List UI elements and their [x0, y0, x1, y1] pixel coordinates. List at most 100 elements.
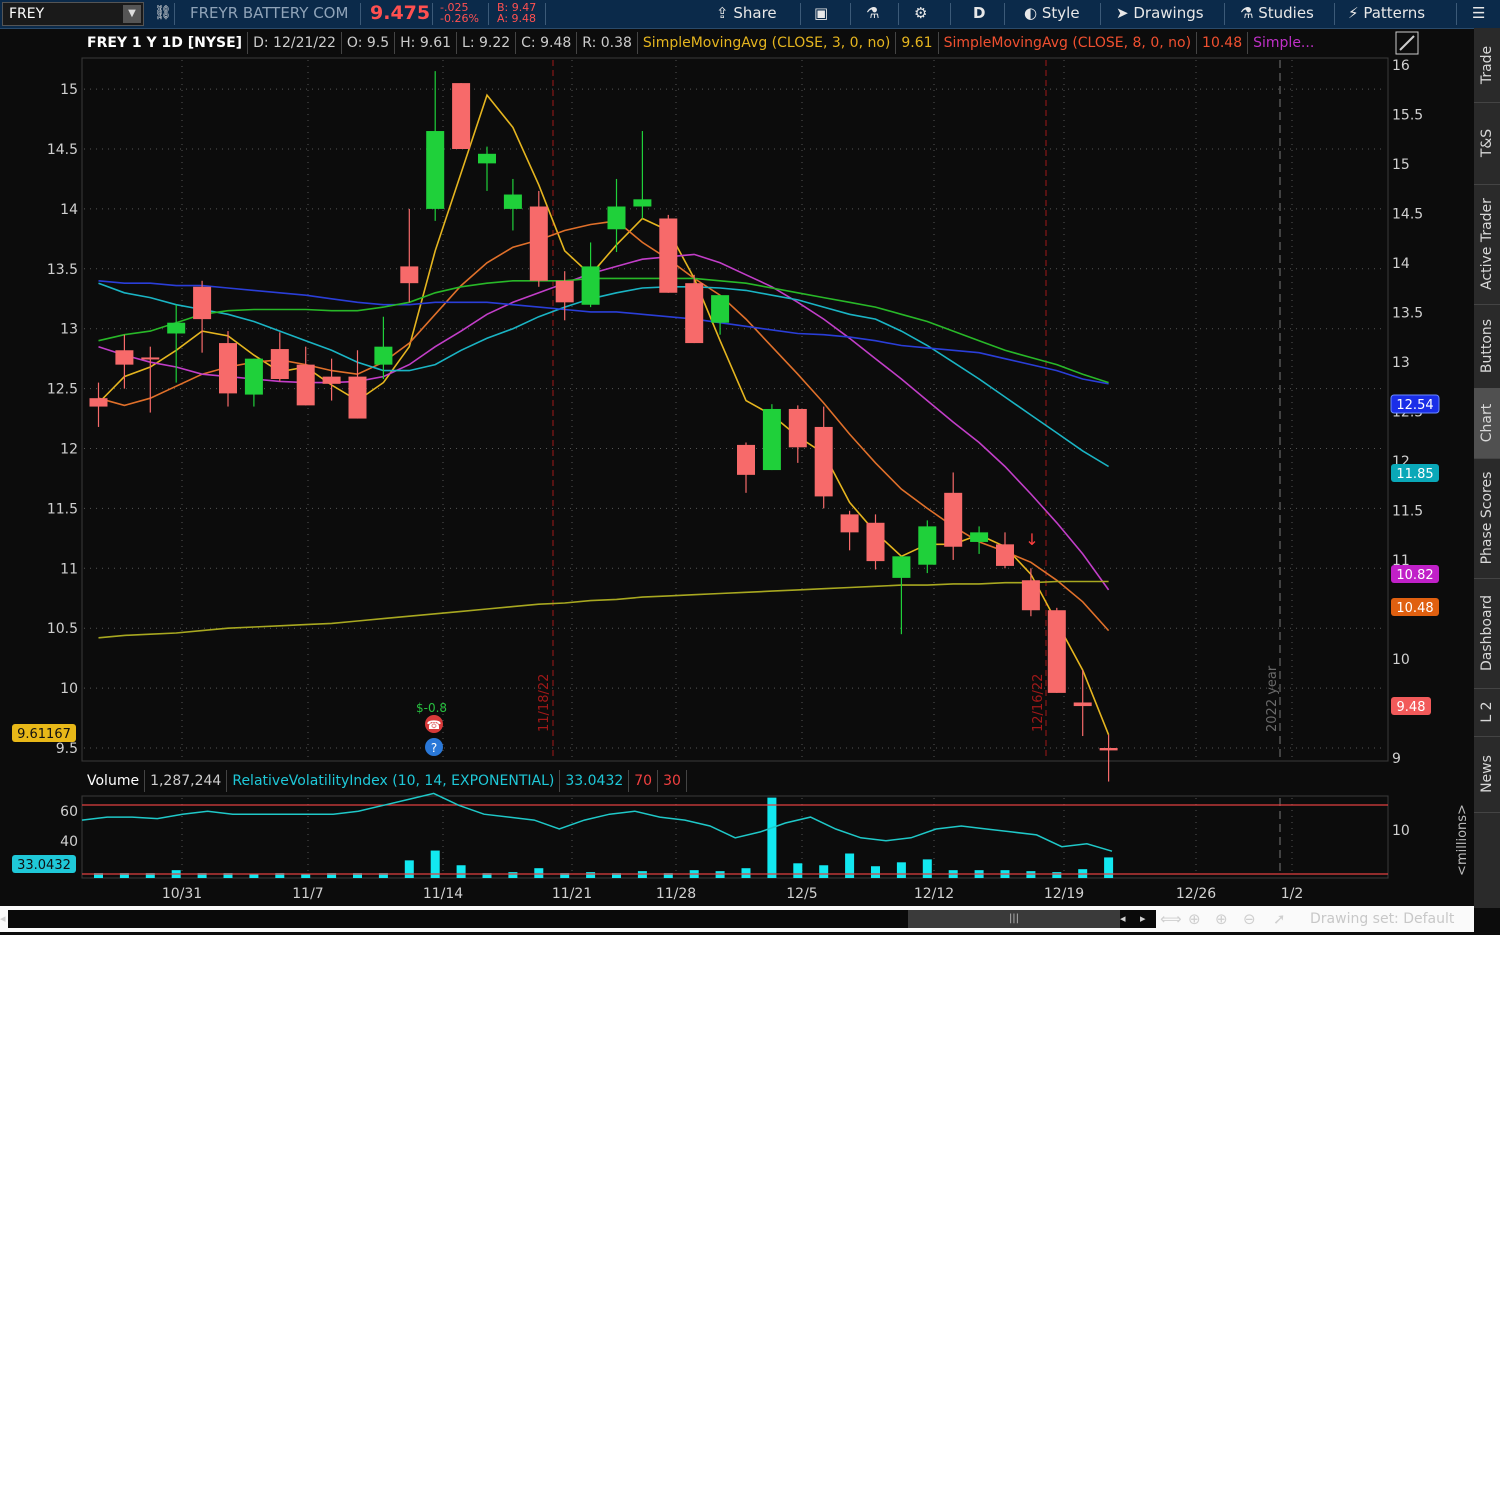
- sma-more-label[interactable]: Simple...: [1248, 32, 1319, 54]
- price-tick-left: 11.5: [47, 501, 78, 517]
- info-high: H: 9.61: [395, 32, 458, 54]
- price-tick-right: 14: [1392, 256, 1410, 272]
- crosshair-icon[interactable]: ⊕: [1188, 910, 1201, 928]
- rvi-tick: 40: [60, 834, 78, 850]
- rvi-tick: 60: [60, 804, 78, 820]
- price-plot-frame: [81, 57, 1389, 762]
- candle: [219, 331, 237, 407]
- candle-body: [581, 266, 600, 305]
- candle: [89, 382, 108, 427]
- candle-body: [478, 153, 496, 164]
- tab-news[interactable]: News: [1474, 736, 1500, 813]
- badge-orange: 10.48: [1391, 598, 1439, 616]
- volume-bar: [534, 868, 544, 878]
- scrollbar-thumb[interactable]: |||: [908, 910, 1120, 928]
- candle-body: [503, 194, 522, 209]
- candle-body: [711, 295, 730, 323]
- volume-tick: 10: [1392, 823, 1410, 839]
- candle: [1073, 670, 1092, 737]
- pointer-icon[interactable]: ➚: [1273, 910, 1286, 928]
- tab-active-trader[interactable]: Active Trader: [1474, 184, 1500, 305]
- badge-left-rvi: 33.0432: [12, 855, 76, 873]
- tab-level2[interactable]: L 2: [1474, 688, 1500, 737]
- date-tick: 11/7: [292, 886, 323, 902]
- sma3-label[interactable]: SimpleMovingAvg (CLOSE, 3, 0, no): [638, 32, 897, 54]
- expand-width-icon[interactable]: ⟺: [1160, 910, 1182, 928]
- scroll-right-button-icon[interactable]: ▸: [1140, 910, 1146, 928]
- candle-body: [659, 218, 678, 293]
- candle: [737, 442, 755, 493]
- volume-bar: [586, 872, 596, 878]
- candle: [996, 532, 1014, 569]
- candle-body: [219, 343, 237, 394]
- candle: [581, 242, 600, 308]
- candle: [970, 526, 989, 554]
- volume-bar: [1104, 857, 1114, 878]
- rvi-label[interactable]: RelativeVolatilityIndex (10, 14, EXPONEN…: [227, 770, 561, 792]
- candle: [503, 178, 522, 231]
- sma8-label[interactable]: SimpleMovingAvg (CLOSE, 8, 0, no): [939, 32, 1198, 54]
- candle: [167, 304, 186, 383]
- candle: [141, 346, 160, 413]
- tab-time-sales[interactable]: T&S: [1474, 102, 1500, 185]
- volume-label[interactable]: Volume: [82, 770, 146, 792]
- svg-text:33.0432: 33.0432: [17, 858, 71, 873]
- drawing-set-label[interactable]: Drawing set: Default: [1310, 910, 1454, 928]
- chart-expand-icon[interactable]: [1395, 31, 1419, 55]
- info-low: L: 9.22: [457, 32, 517, 54]
- candle-body: [1047, 610, 1066, 693]
- tab-phase-scores[interactable]: Phase Scores: [1474, 458, 1500, 579]
- sell-arrow-icon: ↓: [1025, 530, 1038, 549]
- svg-text:☎: ☎: [427, 718, 442, 732]
- menu-icon[interactable]: ☰: [1472, 0, 1485, 28]
- tab-chart[interactable]: Chart: [1474, 388, 1500, 459]
- tab-dashboard[interactable]: Dashboard: [1474, 578, 1500, 689]
- price-tick-right: 16: [1392, 58, 1410, 74]
- candle: [1021, 568, 1040, 617]
- moving-average-line: [98, 580, 1109, 639]
- candle: [814, 406, 833, 509]
- info-close: C: 9.48: [516, 32, 578, 54]
- trading-app: FREY ▼ ⛓ FREYR BATTERY COM 9.475 -.025 -…: [0, 0, 1500, 935]
- scroll-left-icon[interactable]: ◂: [0, 910, 6, 928]
- date-tick: 11/28: [656, 886, 696, 902]
- candle-body: [840, 514, 859, 533]
- zoom-out-icon[interactable]: ⊖: [1243, 910, 1256, 928]
- svg-text:10.48: 10.48: [1396, 601, 1433, 616]
- candle-body: [996, 544, 1014, 566]
- candle-body: [607, 206, 626, 230]
- lower-info-strip: Volume 1,287,244 RelativeVolatilityIndex…: [82, 768, 687, 794]
- candle: [944, 472, 963, 560]
- rvi-level-70: 70: [629, 770, 659, 792]
- price-tick-left: 14.5: [47, 142, 78, 158]
- candle-body: [918, 526, 937, 565]
- candle-body: [685, 283, 704, 344]
- price-tick-right: 13: [1392, 355, 1410, 371]
- svg-text:9.61167: 9.61167: [17, 727, 71, 742]
- volume-bar: [922, 859, 932, 878]
- candle-body: [270, 349, 289, 380]
- candle: [296, 346, 315, 406]
- date-tick: 12/26: [1176, 886, 1216, 902]
- candle-body: [400, 266, 419, 284]
- price-tick-left: 13.5: [47, 262, 78, 278]
- candle-body: [633, 199, 652, 207]
- bottom-bar: ◂ ||| ◂ ▸ ⟺ ⊕ ⊕ ⊖ ➚ Drawing set: Default: [0, 906, 1474, 932]
- price-tick-left: 12: [60, 442, 78, 458]
- scroll-left-button-icon[interactable]: ◂: [1120, 910, 1126, 928]
- tab-trade[interactable]: Trade: [1474, 28, 1500, 103]
- tab-buttons[interactable]: Buttons: [1474, 304, 1500, 389]
- chart-info-strip: FREY 1 Y 1D [NYSE] D: 12/21/22 O: 9.5 H:…: [82, 30, 1319, 56]
- candle: [918, 520, 937, 574]
- svg-text:?: ?: [431, 741, 437, 755]
- candle-body: [322, 376, 341, 384]
- candle: [555, 271, 574, 321]
- price-tick-right: 9: [1392, 751, 1401, 767]
- earnings-icon[interactable]: ☎: [425, 715, 443, 733]
- info-bulb-icon[interactable]: ?: [425, 738, 443, 756]
- date-tick: 10/31: [162, 886, 202, 902]
- zoom-in-icon[interactable]: ⊕: [1215, 910, 1228, 928]
- candle-body: [1099, 748, 1118, 751]
- svg-text:12.54: 12.54: [1396, 398, 1433, 413]
- info-open: O: 9.5: [342, 32, 396, 54]
